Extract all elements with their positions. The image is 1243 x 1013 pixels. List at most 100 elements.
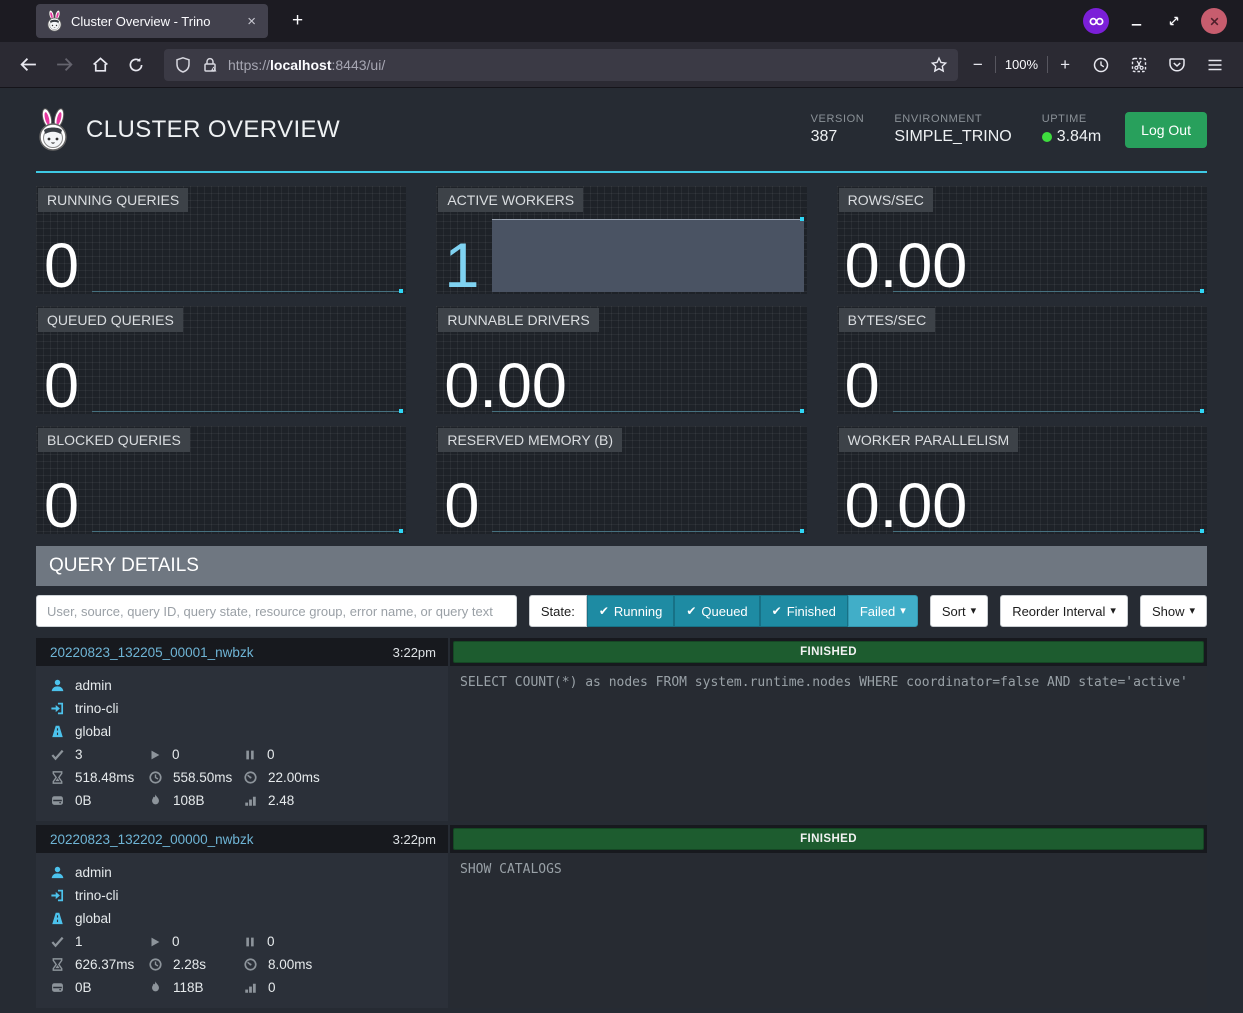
stat-card-reserved-memory: RESERVED MEMORY (B) 0	[436, 426, 806, 534]
filter-failed-dropdown[interactable]: Failed ▾	[848, 595, 918, 627]
home-button[interactable]	[84, 49, 116, 81]
sparkline-dot	[1200, 529, 1204, 533]
logout-button[interactable]: Log Out	[1125, 112, 1207, 148]
state-filter-group: State: ✔Running ✔Queued ✔ Finished Failed…	[529, 595, 918, 627]
current-memory-icon	[50, 793, 65, 808]
sparkline	[492, 219, 803, 292]
stat-value: 0	[44, 235, 79, 298]
queued-splits: 0	[267, 747, 275, 762]
query-search-input[interactable]	[36, 595, 517, 627]
state-label: State:	[529, 595, 587, 627]
cpu-time-icon	[243, 957, 258, 972]
forward-button[interactable]	[48, 49, 80, 81]
screenshot-button[interactable]	[1123, 49, 1155, 81]
elapsed-time: 2.28s	[173, 957, 206, 972]
stat-value: 0	[44, 355, 79, 418]
sparkline	[92, 411, 403, 412]
sparkline-dot	[1200, 289, 1204, 293]
menu-button[interactable]	[1199, 49, 1231, 81]
minimize-button[interactable]	[1125, 10, 1147, 32]
query-row: 20220823_132202_00000_nwbzk 3:22pm FINIS…	[36, 825, 1207, 1008]
query-sql-text: SHOW CATALOGS	[450, 853, 1207, 1008]
page-title: CLUSTER OVERVIEW	[86, 116, 340, 144]
user-icon	[50, 865, 65, 880]
window-controls	[1083, 8, 1233, 34]
trino-favicon	[46, 10, 63, 32]
uptime-value: 3.84m	[1057, 128, 1101, 146]
pocket-button[interactable]	[1161, 49, 1193, 81]
browser-toolbar: https://localhost:8443/ui/ − 100% +	[0, 42, 1243, 88]
check-icon: ✔	[686, 604, 696, 618]
stat-label: QUEUED QUERIES	[38, 308, 183, 332]
show-dropdown[interactable]: Show▾	[1140, 595, 1207, 627]
sort-dropdown[interactable]: Sort▾	[930, 595, 988, 627]
version-label: VERSION	[811, 113, 865, 125]
query-id-link[interactable]: 20220823_132202_00000_nwbzk	[50, 832, 253, 847]
wall-time-icon	[50, 770, 65, 785]
sparkline	[92, 291, 403, 292]
cumulative-memory: 118B	[173, 980, 204, 995]
query-filter-toolbar: State: ✔Running ✔Queued ✔ Finished Failed…	[36, 594, 1207, 628]
current-memory: 0B	[75, 980, 92, 995]
cpu-time: 22.00ms	[268, 770, 320, 785]
running-splits-icon	[148, 935, 162, 949]
wall-time: 626.37ms	[75, 957, 134, 972]
zoom-in-button[interactable]: +	[1057, 55, 1073, 75]
zoom-out-button[interactable]: −	[970, 55, 986, 75]
query-id-link[interactable]: 20220823_132205_00001_nwbzk	[50, 645, 253, 660]
browser-window: Cluster Overview - Trino × + https://loc…	[0, 0, 1243, 1013]
bookmark-star-icon[interactable]	[930, 56, 948, 74]
browser-tab[interactable]: Cluster Overview - Trino ×	[36, 4, 268, 38]
completed-splits: 3	[75, 747, 83, 762]
separator	[995, 56, 996, 73]
stat-value: 0	[845, 355, 880, 418]
query-id-cell: 20220823_132202_00000_nwbzk 3:22pm	[36, 825, 448, 853]
filter-label: Failed	[860, 604, 895, 619]
reorder-interval-dropdown[interactable]: Reorder Interval▾	[1000, 595, 1128, 627]
check-icon: ✔	[772, 604, 782, 618]
url-host: localhost	[270, 57, 331, 73]
sparkline-dot	[399, 409, 403, 413]
check-icon: ✔	[599, 604, 609, 618]
running-splits-icon	[148, 748, 162, 762]
cpu-time-icon	[243, 770, 258, 785]
user-icon	[50, 678, 65, 693]
close-button[interactable]	[1201, 8, 1227, 34]
tab-close-icon[interactable]: ×	[243, 12, 260, 31]
source-icon	[50, 888, 65, 903]
resource-group-icon	[50, 911, 65, 926]
query-time: 3:22pm	[393, 832, 436, 847]
caret-down-icon: ▾	[900, 606, 906, 617]
url-bar[interactable]: https://localhost:8443/ui/	[164, 49, 958, 81]
query-resource-group: global	[75, 724, 111, 739]
zoom-level[interactable]: 100%	[1005, 57, 1038, 72]
history-button[interactable]	[1085, 49, 1117, 81]
query-details-header: QUERY DETAILS	[36, 546, 1207, 586]
stat-card-worker-parallelism: WORKER PARALLELISM 0.00	[837, 426, 1207, 534]
filter-finished-button[interactable]: ✔ Finished	[760, 595, 848, 627]
back-button[interactable]	[12, 49, 44, 81]
filter-queued-button[interactable]: ✔Queued	[674, 595, 759, 627]
sparkline-dot	[399, 529, 403, 533]
sparkline-dot	[800, 217, 804, 221]
stat-label: BLOCKED QUERIES	[38, 428, 190, 452]
completed-splits: 1	[75, 934, 83, 949]
lock-warning-icon[interactable]	[201, 56, 219, 74]
caret-down-icon: ▾	[1189, 606, 1195, 617]
query-status-cell: FINISHED	[450, 638, 1207, 666]
sparkline-dot	[399, 289, 403, 293]
tracking-shield-icon[interactable]	[174, 56, 192, 74]
restore-button[interactable]	[1163, 10, 1185, 32]
reorder-label: Reorder Interval	[1012, 604, 1105, 619]
filter-running-button[interactable]: ✔Running	[587, 595, 675, 627]
url-text[interactable]: https://localhost:8443/ui/	[228, 57, 385, 73]
trino-logo	[36, 108, 70, 152]
completed-splits-icon	[50, 934, 65, 949]
stat-label: RUNNING QUERIES	[38, 188, 188, 212]
query-user: admin	[75, 865, 112, 880]
query-user: admin	[75, 678, 112, 693]
stat-value: 1	[444, 235, 479, 298]
new-tab-button[interactable]: +	[284, 10, 311, 32]
reload-button[interactable]	[120, 49, 152, 81]
filter-label: Finished	[787, 604, 836, 619]
